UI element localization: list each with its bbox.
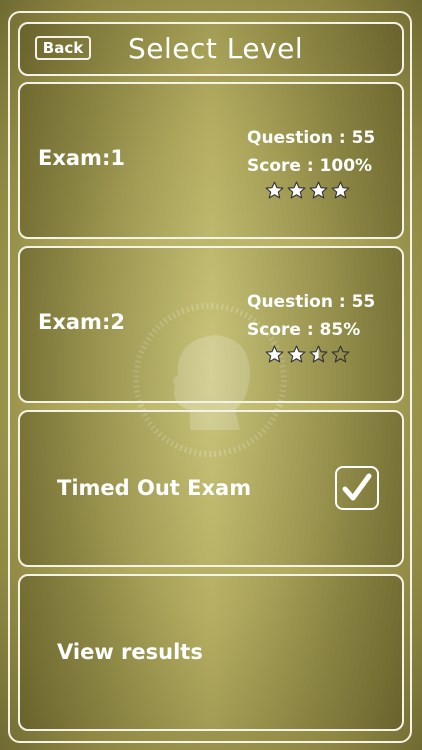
view-results-card[interactable]: View results <box>18 574 404 731</box>
star-full-icon <box>309 181 328 199</box>
exam-label: Exam:2 <box>38 310 125 334</box>
header-bar: Back Select Level <box>18 22 404 76</box>
star-empty-icon <box>331 345 350 363</box>
back-button[interactable]: Back <box>35 36 91 60</box>
score-value: Score : 85% <box>247 320 361 340</box>
view-results-label: View results <box>57 640 203 664</box>
exam-stats: Question : 55 Score : 85% <box>247 288 392 344</box>
star-rating <box>265 345 350 364</box>
timed-out-exam-label: Timed Out Exam <box>57 476 252 500</box>
star-rating <box>265 181 350 200</box>
star-full-icon <box>287 345 306 363</box>
exam-1-card[interactable]: Exam:1 Question : 55 Score : 100% <box>18 82 404 239</box>
star-full-icon <box>331 181 350 199</box>
page-title: Select Level <box>128 32 304 65</box>
star-full-icon <box>287 181 306 199</box>
star-full-icon <box>265 345 284 363</box>
timed-out-exam-checkbox[interactable] <box>335 466 379 510</box>
score-value: Score : 100% <box>247 156 373 176</box>
star-half-icon <box>309 345 328 363</box>
question-count: Question : 55 <box>247 292 376 312</box>
checkmark-icon <box>342 473 372 501</box>
timed-out-exam-card[interactable]: Timed Out Exam <box>18 410 404 567</box>
exam-stats: Question : 55 Score : 100% <box>247 124 392 180</box>
star-full-icon <box>265 181 284 199</box>
exam-label: Exam:1 <box>38 146 125 170</box>
question-count: Question : 55 <box>247 128 376 148</box>
exam-2-card[interactable]: Exam:2 Question : 55 Score : 85% <box>18 246 404 403</box>
